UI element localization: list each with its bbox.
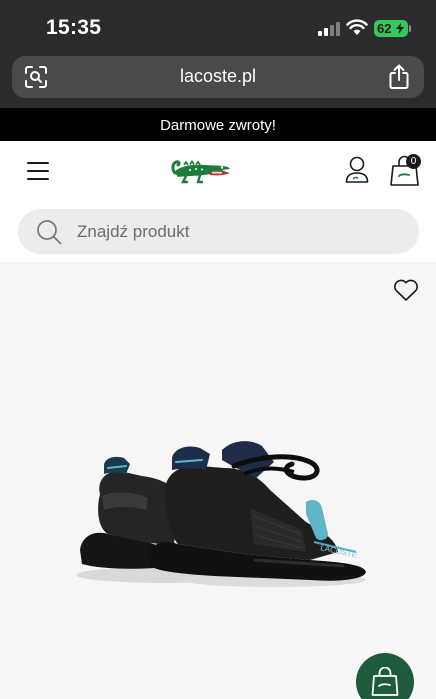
product-gallery: LACOSTE xyxy=(0,262,436,699)
browser-chrome: 15:35 62 lacoste.pl xyxy=(0,0,436,108)
status-bar: 15:35 62 xyxy=(0,0,436,54)
heart-icon[interactable] xyxy=(393,278,419,302)
product-image[interactable]: LACOSTE xyxy=(74,438,372,588)
account-icon[interactable] xyxy=(345,156,369,186)
search-area: Znajdź produkt xyxy=(0,202,436,262)
site-header: 0 xyxy=(0,141,436,202)
share-icon[interactable] xyxy=(388,64,410,90)
add-to-bag-button[interactable] xyxy=(356,653,414,699)
battery-level: 62 xyxy=(377,21,392,36)
search-icon xyxy=(37,220,62,245)
promo-banner[interactable]: Darmowe zwroty! xyxy=(0,108,436,141)
wifi-icon xyxy=(346,19,368,35)
status-time: 15:35 xyxy=(46,16,102,39)
add-to-bag-icon xyxy=(371,667,399,696)
battery-icon: 62 xyxy=(374,20,408,37)
address-bar[interactable]: lacoste.pl xyxy=(12,56,424,98)
cellular-signal-icon xyxy=(318,22,342,36)
url-text[interactable]: lacoste.pl xyxy=(12,66,424,87)
bag-count-badge: 0 xyxy=(406,154,421,169)
svg-text:LACOSTE: LACOSTE xyxy=(320,543,358,560)
lacoste-crocodile-logo[interactable] xyxy=(170,152,232,190)
promo-text[interactable]: Darmowe zwroty! xyxy=(0,117,436,134)
charging-bolt-icon xyxy=(396,23,404,34)
menu-icon[interactable] xyxy=(27,162,49,180)
search-placeholder[interactable]: Znajdź produkt xyxy=(77,222,189,242)
search-input[interactable]: Znajdź produkt xyxy=(18,209,419,254)
battery-cap xyxy=(409,25,411,32)
